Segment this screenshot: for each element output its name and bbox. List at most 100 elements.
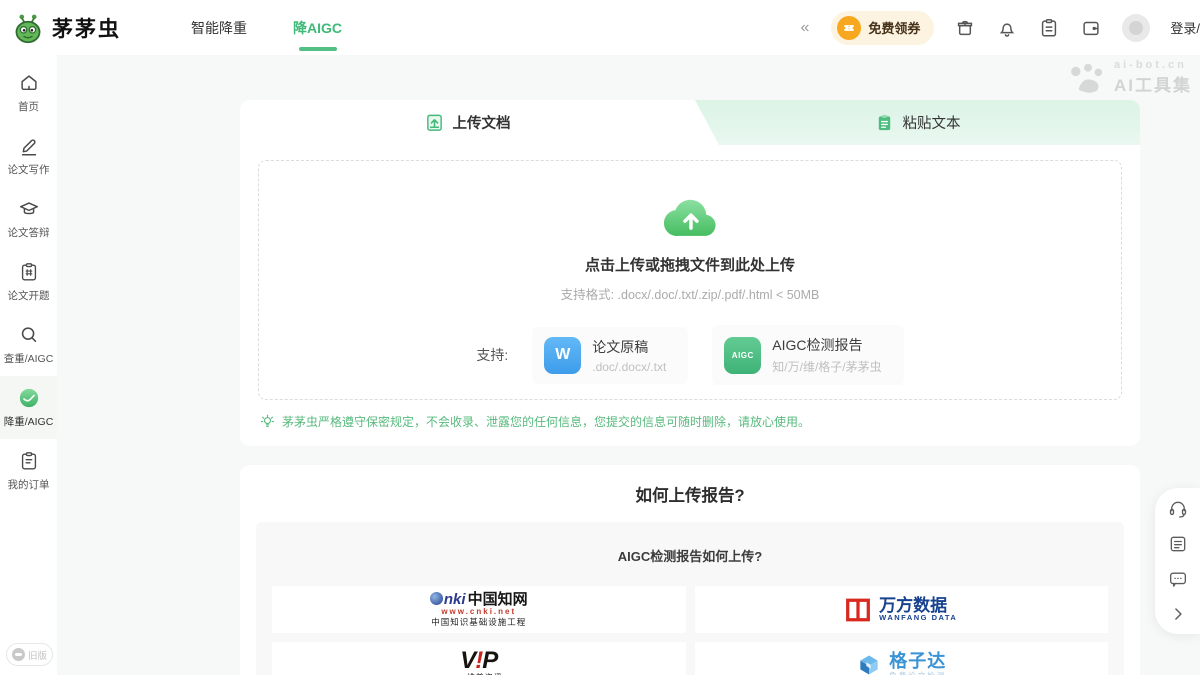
provider-gezida[interactable]: 格子达 免费论文检测: [695, 642, 1109, 675]
doc-file-icon: W: [544, 337, 581, 374]
coupon-ticket-icon: [837, 16, 861, 40]
support-card-aigc-report: AIGC AIGC检测报告 知/万/维/格子/茅茅虫: [712, 325, 903, 385]
support-card-desc: 知/万/维/格子/茅茅虫: [772, 358, 881, 375]
floating-help-panel: [1155, 488, 1200, 634]
file-dropzone[interactable]: 点击上传或拖拽文件到此处上传 支持格式: .docx/.doc/.txt/.zi…: [258, 160, 1122, 400]
provider-grid: nki中国知网 www.cnki.net 中国知识基础设施工程: [272, 586, 1108, 675]
provider-cnki[interactable]: nki中国知网 www.cnki.net 中国知识基础设施工程: [272, 586, 686, 633]
vip-logo: V!P ▼ 维普资讯: [455, 649, 503, 675]
watermark: ai-bot.cn AI工具集: [1069, 59, 1192, 96]
login-register-link[interactable]: 登录/注册: [1170, 18, 1200, 37]
upload-panel: 点击上传或拖拽文件到此处上传 支持格式: .docx/.doc/.txt/.zi…: [240, 145, 1140, 446]
support-card-original-paper: W 论文原稿 .doc/.docx/.txt: [532, 327, 688, 384]
sidebar-item-label: 论文答辩: [8, 225, 50, 240]
top-nav: 智能降重 降AIGC: [191, 18, 342, 38]
news-doc-icon[interactable]: [1168, 534, 1188, 554]
header: 茅茅虫 智能降重 降AIGC « 免费领券: [0, 0, 1200, 55]
howto-card: 如何上传报告? AIGC检测报告如何上传? nki中国知网 www.cnki.n…: [240, 465, 1140, 675]
report-icon[interactable]: [1038, 17, 1060, 39]
tab-paste-text[interactable]: 粘贴文本: [695, 100, 1140, 145]
gezida-name: 格子达: [889, 652, 946, 671]
cnki-slogan: 中国知识基础设施工程: [430, 618, 528, 627]
ai-bot-paw-icon: [1069, 63, 1107, 93]
dropzone-title: 点击上传或拖拽文件到此处上传: [585, 254, 795, 275]
brand-name: 茅茅虫: [52, 13, 121, 43]
avatar[interactable]: [1122, 14, 1150, 42]
cnki-mark: nki: [444, 591, 466, 608]
nav-reduce-aigc[interactable]: 降AIGC: [293, 18, 342, 38]
howto-subtitle: AIGC检测报告如何上传?: [272, 546, 1108, 565]
sidebar-item-label: 首页: [18, 99, 39, 114]
cnki-cn-name: 中国知网: [468, 591, 528, 608]
collapse-chevrons-icon[interactable]: «: [800, 19, 809, 37]
cnki-globe-icon: [430, 592, 443, 605]
support-row: 支持: W 论文原稿 .doc/.docx/.txt AIGC AIGC检测报告: [476, 325, 903, 385]
search-icon: [18, 324, 40, 346]
sidebar-item-check-aigc[interactable]: 查重/AIGC: [0, 313, 57, 376]
sidebar-item-label: 查重/AIGC: [4, 351, 54, 366]
sidebar-item-home[interactable]: 首页: [0, 61, 57, 124]
support-label: 支持:: [476, 345, 508, 365]
support-card-desc: .doc/.docx/.txt: [592, 360, 666, 374]
vip-p: P: [482, 647, 497, 674]
graduation-cap-icon: [18, 198, 40, 220]
cnki-url: www.cnki.net: [430, 608, 528, 617]
main-content: ai-bot.cn AI工具集 粘贴文本: [57, 55, 1200, 675]
wanfang-name: 万方数据: [879, 597, 957, 615]
sidebar-item-my-orders[interactable]: 我的订单: [0, 439, 57, 502]
brand-logo[interactable]: 茅茅虫: [0, 12, 121, 44]
gift-box-icon[interactable]: [954, 17, 976, 39]
tab-strip: 粘贴文本 上传文档: [240, 100, 1140, 145]
wanfang-en: WANFANG DATA: [879, 614, 957, 622]
gezida-logo: 格子达 免费论文检测: [856, 652, 946, 675]
support-card-title: 论文原稿: [592, 337, 666, 357]
wanfang-square-icon: [845, 597, 871, 623]
headset-icon[interactable]: [1168, 499, 1188, 519]
old-version-button[interactable]: 旧版: [6, 643, 53, 666]
sidebar-item-paper-writing[interactable]: 论文写作: [0, 124, 57, 187]
active-nav-underline: [299, 47, 337, 51]
sidebar-item-label: 降重/AIGC: [4, 414, 54, 429]
privacy-notice: 茅茅虫严格遵守保密规定，不会收录、泄露您的任何信息，您提交的信息可随时删除，请放…: [258, 413, 1122, 430]
orders-icon: [18, 450, 40, 472]
paste-text-icon: [875, 113, 894, 132]
chevron-right-icon[interactable]: [1168, 604, 1188, 624]
sidebar-item-label: 论文写作: [8, 162, 50, 177]
sidebar: 首页 论文写作 论文答辩 论文开题 查重/AIGC: [0, 55, 57, 675]
sidebar-item-label: 论文开题: [8, 288, 50, 303]
chat-icon[interactable]: [1168, 569, 1188, 589]
pencil-icon: [18, 135, 40, 157]
aigc-file-icon: AIGC: [724, 337, 761, 374]
bell-icon[interactable]: [996, 17, 1018, 39]
green-reduce-icon: [18, 387, 40, 409]
gezida-slogan: 免费论文检测: [889, 672, 946, 675]
header-right-cluster: « 免费领券 登录/注册: [800, 0, 1200, 55]
old-version-icon: [12, 648, 25, 661]
howto-title: 如何上传报告?: [256, 482, 1124, 506]
nav-smart-rewrite[interactable]: 智能降重: [191, 18, 247, 38]
sidebar-item-paper-proposal[interactable]: 论文开题: [0, 250, 57, 313]
cloud-upload-icon: [659, 194, 721, 241]
free-coupon-label: 免费领券: [868, 18, 920, 37]
watermark-title: AI工具集: [1114, 71, 1192, 96]
tab-upload-doc[interactable]: 上传文档: [240, 100, 695, 145]
cnki-logo: nki中国知网 www.cnki.net 中国知识基础设施工程: [430, 592, 528, 628]
wanfang-logo: 万方数据 WANFANG DATA: [845, 597, 957, 623]
tab-paste-label: 粘贴文本: [903, 112, 961, 133]
support-card-title: AIGC检测报告: [772, 335, 881, 355]
bulb-icon: [260, 414, 275, 429]
howto-panel: AIGC检测报告如何上传? nki中国知网 www.cnki.net 中国知识基…: [256, 522, 1124, 675]
sidebar-item-reduce-aigc[interactable]: 降重/AIGC: [0, 376, 57, 439]
gezida-cube-icon: [856, 652, 882, 675]
watermark-domain: ai-bot.cn: [1114, 59, 1187, 71]
wallet-icon[interactable]: [1080, 17, 1102, 39]
proposal-clipboard-icon: [18, 261, 40, 283]
provider-wanfang[interactable]: 万方数据 WANFANG DATA: [695, 586, 1109, 633]
dropzone-formats: 支持格式: .docx/.doc/.txt/.zip/.pdf/.html < …: [561, 284, 820, 303]
tab-upload-label: 上传文档: [453, 112, 511, 133]
upload-doc-icon: [425, 113, 444, 132]
sidebar-item-paper-defense[interactable]: 论文答辩: [0, 187, 57, 250]
old-version-label: 旧版: [28, 648, 47, 662]
provider-vip[interactable]: V!P ▼ 维普资讯: [272, 642, 686, 675]
free-coupon-button[interactable]: 免费领券: [831, 11, 934, 45]
